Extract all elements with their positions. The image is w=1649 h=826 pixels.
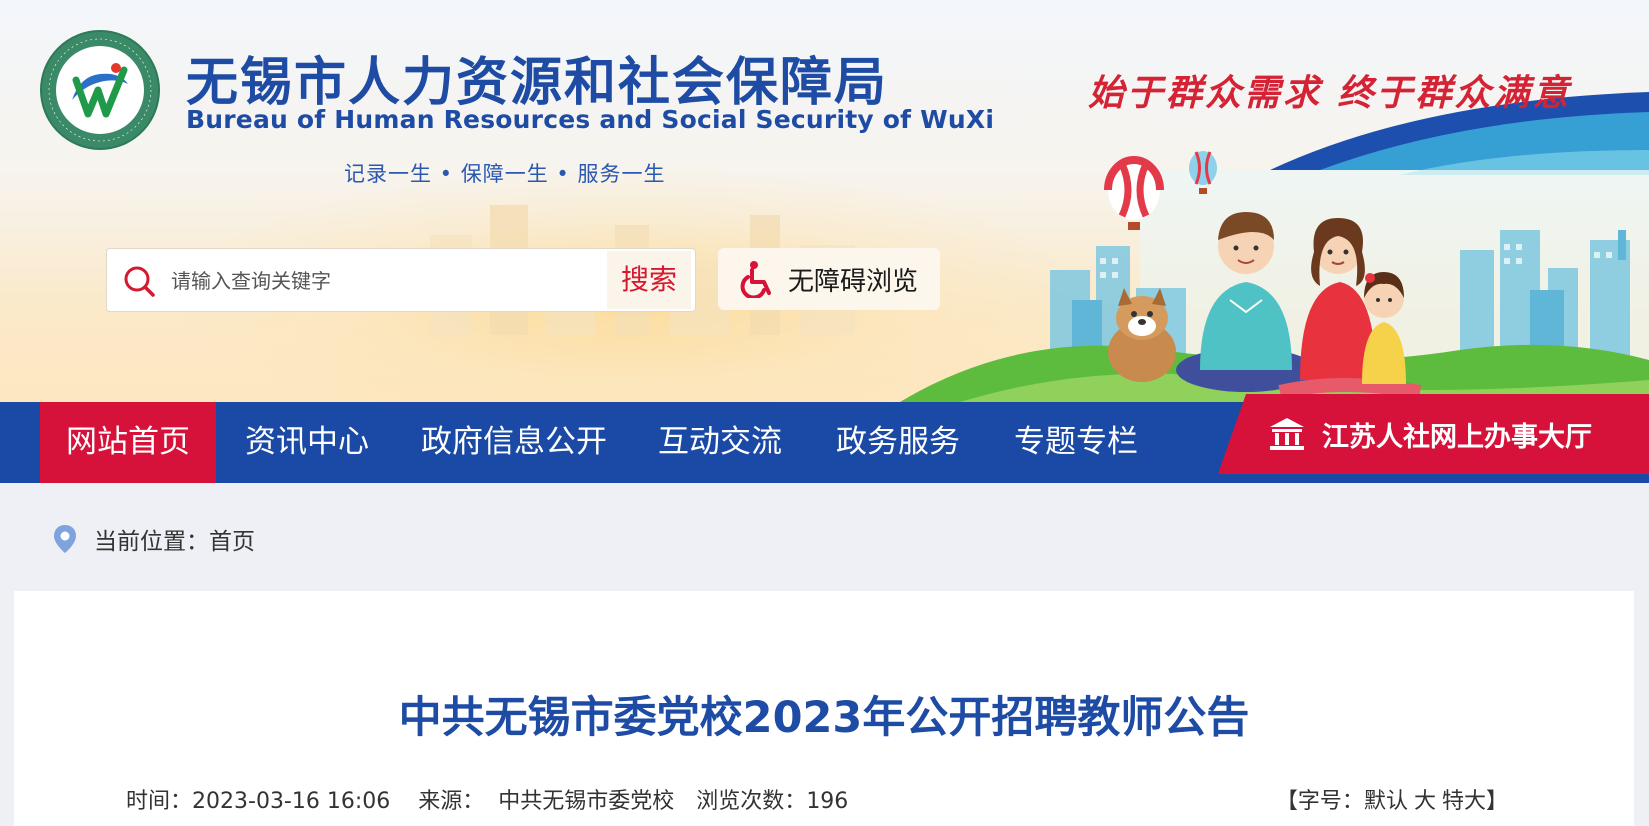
service-hall-label: 江苏人社网上办事大厅 [1322, 421, 1592, 453]
bureau-logo[interactable] [40, 30, 160, 150]
search-button[interactable]: 搜索 [607, 251, 691, 309]
logo-w-icon [72, 63, 128, 118]
fontsize-xlarge-button[interactable]: 特大 [1442, 789, 1486, 814]
font-size-switcher: 【字号：默认大特大】 [1276, 783, 1508, 815]
accessibility-label: 无障碍浏览 [788, 266, 919, 297]
views-label: 浏览次数： [696, 789, 807, 814]
article-source: 中共无锡市委党校 [498, 789, 675, 814]
site-slogan: 记录一生 • 保障一生 • 服务一生 [344, 162, 666, 186]
article-card: 中共无锡市委党校2023年公开招聘教师公告 时间：2023-03-16 16:0… [14, 591, 1634, 826]
fontsize-open: 【字号： [1275, 789, 1364, 814]
search-icon [124, 266, 155, 297]
family-illustration [900, 92, 1649, 402]
fontsize-close: 】 [1485, 789, 1508, 814]
nav-item-home[interactable]: 网站首页 [40, 402, 216, 483]
nav-item-news[interactable]: 资讯中心 [222, 402, 392, 483]
nav-item-topics[interactable]: 专题专栏 [996, 402, 1156, 483]
breadcrumb: 当前位置： 首页 [52, 522, 255, 556]
view-count: 196 [806, 789, 849, 814]
site-subtitle: Bureau of Human Resources and Social Sec… [186, 105, 995, 134]
source-label: 来源： [418, 789, 485, 814]
location-pin-icon [54, 525, 76, 553]
article-title: 中共无锡市委党校2023年公开招聘教师公告 [398, 693, 1250, 743]
site-title: 无锡市人力资源和社会保障局 [186, 53, 889, 113]
service-hall-button[interactable]: 江苏人社网上办事大厅 [1218, 394, 1649, 474]
search-box: 搜索 [106, 248, 696, 312]
time-label: 时间： [126, 789, 193, 814]
fontsize-default-button[interactable]: 默认 [1364, 789, 1408, 814]
breadcrumb-prefix: 当前位置： [94, 529, 209, 555]
banner-motto: 始于群众需求 终于群众满意 [1088, 72, 1572, 114]
fontsize-large-button[interactable]: 大 [1414, 789, 1436, 814]
breadcrumb-home-link[interactable]: 首页 [209, 522, 255, 556]
wheelchair-icon [740, 261, 771, 298]
publish-time: 2023-03-16 16:06 [192, 789, 391, 814]
government-building-icon [1270, 418, 1304, 450]
search-input[interactable] [171, 263, 571, 299]
nav-item-interaction[interactable]: 互动交流 [640, 402, 800, 483]
nav-item-services[interactable]: 政务服务 [818, 402, 978, 483]
header-banner: 无锡市人力资源和社会保障局 Bureau of Human Resources … [0, 0, 1649, 402]
article-meta: 时间：2023-03-16 16:06 来源： 中共无锡市委党校 浏览次数：196 [126, 783, 848, 815]
nav-item-gov-info[interactable]: 政府信息公开 [404, 402, 624, 483]
